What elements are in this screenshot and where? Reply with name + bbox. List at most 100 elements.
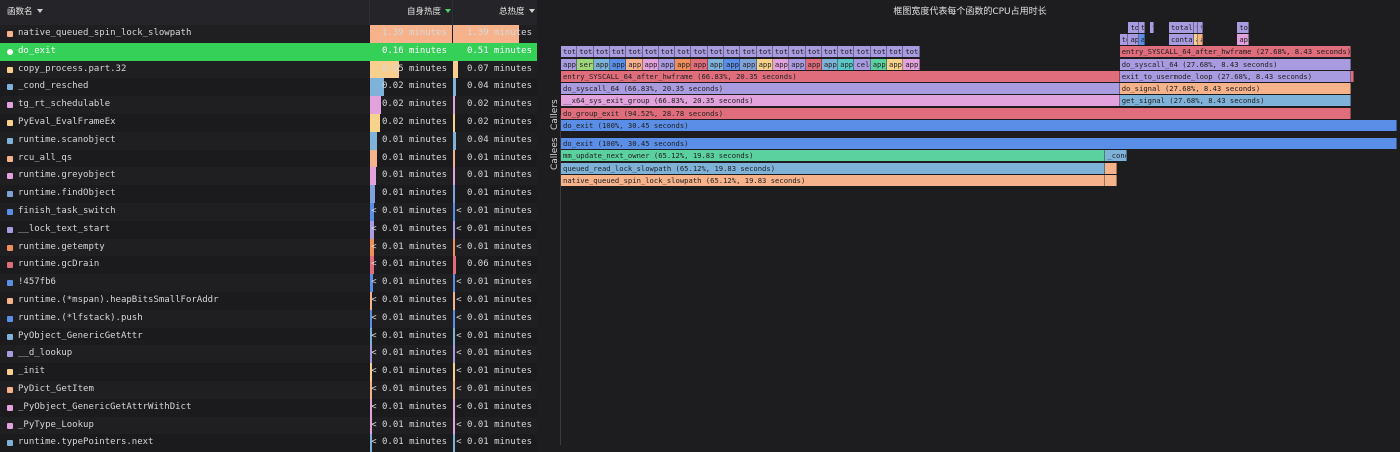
- table-row[interactable]: __lock_text_start < 0.01 minutes < 0.01 mi…: [0, 220, 537, 239]
- caller-frame[interactable]: total: [691, 46, 708, 58]
- caller-frame[interactable]: do_exit (100%, 30.45 seconds): [561, 120, 1397, 131]
- caller-frame[interactable]: app_la: [1237, 33, 1250, 45]
- caller-frame[interactable]: total: [789, 46, 806, 58]
- caller-frame[interactable]: app_la: [658, 58, 676, 70]
- caller-frame[interactable]: app_la: [609, 58, 627, 70]
- caller-frame[interactable]: app_la: [805, 58, 822, 70]
- caller-frame[interactable]: app_la: [838, 58, 855, 70]
- table-row[interactable]: runtime.typePointers.next < 0.01 minutes <…: [0, 434, 537, 452]
- caller-frame[interactable]: app_la: [707, 58, 724, 70]
- table-row[interactable]: runtime.(*mspan).heapBitsSmallForAddr < 0…: [0, 292, 537, 310]
- table-row[interactable]: runtime.findObject 0.01 minutes 0.01 minut…: [0, 185, 537, 203]
- caller-frame[interactable]: app_la: [626, 58, 643, 70]
- table-row[interactable]: _PyObject_GenericGetAttrWithDict < 0.01 m…: [0, 398, 537, 417]
- table-row[interactable]: !457fb6 < 0.01 minutes < 0.01 minutes: [0, 274, 537, 292]
- table-row[interactable]: runtime.(*lfstack).push < 0.01 minutes < 0…: [0, 309, 537, 328]
- table-row[interactable]: PyDict_GetItem < 0.01 minutes < 0.01 minut…: [0, 381, 537, 399]
- caller-frame[interactable]: app: [1198, 33, 1203, 45]
- table-row[interactable]: native_queued_spin_lock_slowpath 1.39 min…: [0, 25, 537, 43]
- caller-frame[interactable]: total: [658, 46, 676, 58]
- caller-frame[interactable]: total: [838, 46, 855, 58]
- caller-frame[interactable]: total: [561, 46, 578, 58]
- table-row[interactable]: PyObject_GenericGetAttr < 0.01 minutes < 0…: [0, 327, 537, 346]
- caller-frame[interactable]: total: [707, 46, 724, 58]
- caller-frame[interactable]: total: [1128, 21, 1139, 33]
- column-header-self[interactable]: 自身热度: [407, 0, 452, 25]
- caller-frame[interactable]: app_la: [903, 58, 920, 70]
- caller-frame[interactable]: app_la: [870, 58, 888, 70]
- table-row[interactable]: finish_task_switch < 0.01 minutes < 0.01 m…: [0, 203, 537, 221]
- caller-frame[interactable]: servic: [577, 58, 594, 70]
- table-row[interactable]: PyEval_EvalFrameEx 0.02 minutes 0.02 minut…: [0, 114, 537, 132]
- table-row[interactable]: runtime.getempty < 0.01 minutes < 0.01 min…: [0, 238, 537, 257]
- caller-frame[interactable]: total: [821, 46, 839, 58]
- caller-frame[interactable]: app_la: [561, 58, 578, 70]
- caller-frame[interactable]: total: [593, 46, 610, 58]
- callee-frame[interactable]: [1105, 162, 1117, 174]
- caller-frame[interactable]: app_la: [740, 58, 757, 70]
- caller-frame[interactable]: tota: [1138, 21, 1145, 33]
- table-row[interactable]: tg_rt_schedulable 0.02 minutes 0.02 minute…: [0, 96, 537, 114]
- caller-frame[interactable]: entry_SYSCALL_64_after_hwframe (66.83%, …: [561, 70, 1120, 82]
- callee-frame[interactable]: queued_read_lock_slowpath (65.12%, 19.83…: [561, 162, 1106, 174]
- caller-frame[interactable]: app_la: [593, 58, 610, 70]
- caller-frame[interactable]: entry_SYSCALL_64_after_hwframe (27.68%, …: [1119, 46, 1352, 58]
- caller-frame[interactable]: app_: [1128, 33, 1139, 45]
- callee-frame[interactable]: native_queued_spin_lock_slowpath (65.12%…: [561, 174, 1106, 186]
- caller-frame[interactable]: total: [724, 46, 741, 58]
- caller-frame[interactable]: total: [609, 46, 627, 58]
- caller-frame[interactable]: total: [577, 46, 594, 58]
- table-row[interactable]: __d_lookup < 0.01 minutes < 0.01 minutes: [0, 345, 537, 364]
- caller-frame[interactable]: total: [870, 46, 888, 58]
- caller-frame[interactable]: total: [1237, 21, 1250, 33]
- caller-frame[interactable]: app_la: [675, 58, 692, 70]
- caller-frame[interactable]: total (5.39: [1168, 21, 1194, 33]
- column-header-name[interactable]: 函数名: [7, 0, 43, 25]
- caller-frame[interactable]: celery:: [854, 58, 871, 70]
- caller-frame[interactable]: do_signal (27.68%, 8.43 seconds): [1119, 83, 1352, 95]
- table-row[interactable]: runtime.greyobject 0.01 minutes 0.01 minut…: [0, 167, 537, 186]
- caller-frame[interactable]: get_signal (27.68%, 8.43 seconds): [1119, 95, 1352, 107]
- table-row[interactable]: do_exit 0.16 minutes 0.51 minutes: [0, 42, 537, 61]
- callee-frame[interactable]: do_exit (100%, 30.45 seconds): [561, 138, 1397, 149]
- caller-frame[interactable]: total: [854, 46, 871, 58]
- callee-frame[interactable]: [1105, 174, 1117, 186]
- caller-frame[interactable]: total: [626, 46, 643, 58]
- caller-frame[interactable]: tot: [1198, 21, 1203, 33]
- table-row[interactable]: _cond_resched 0.02 minutes 0.04 minutes: [0, 78, 537, 97]
- caller-frame[interactable]: total: [740, 46, 757, 58]
- caller-frame[interactable]: containerd:: [1168, 33, 1194, 45]
- caller-frame[interactable]: total: [1119, 33, 1129, 45]
- caller-frame[interactable]: total: [805, 46, 822, 58]
- table-row[interactable]: rcu_all_qs 0.01 minutes 0.01 minutes: [0, 149, 537, 168]
- caller-frame[interactable]: app_la: [772, 58, 790, 70]
- caller-frame[interactable]: do_group_exit (94.52%, 28.78 seconds): [561, 107, 1352, 119]
- caller-frame[interactable]: app_: [1138, 33, 1145, 45]
- table-row[interactable]: _PyType_Lookup < 0.01 minutes < 0.01 minut…: [0, 416, 537, 435]
- column-header-total[interactable]: 总热度: [499, 0, 535, 25]
- caller-frame[interactable]: app_la: [724, 58, 741, 70]
- callee-frame[interactable]: mm_update_next_owner (65.12%, 19.83 seco…: [561, 150, 1106, 162]
- caller-frame[interactable]: app_la: [821, 58, 839, 70]
- caller-frame[interactable]: total: [772, 46, 790, 58]
- caller-frame[interactable]: total: [756, 46, 773, 58]
- caller-frame[interactable]: total: [903, 46, 920, 58]
- caller-frame[interactable]: __x64_sys_exit_group (66.83%, 20.35 seco…: [561, 95, 1120, 107]
- caller-frame[interactable]: total: [887, 46, 904, 58]
- caller-frame[interactable]: app_la: [887, 58, 904, 70]
- caller-frame[interactable]: exit_to_usermode_loop (27.68%, 8.43 seco…: [1119, 70, 1352, 82]
- callee-frame[interactable]: _cond: [1105, 150, 1127, 162]
- caller-frame[interactable]: app_la: [642, 58, 659, 70]
- caller-frame[interactable]: do_syscall_64 (66.83%, 20.35 seconds): [561, 83, 1120, 95]
- caller-frame[interactable]: total: [675, 46, 692, 58]
- table-row[interactable]: runtime.scanobject 0.01 minutes 0.04 minut…: [0, 131, 537, 150]
- caller-frame[interactable]: app_la: [691, 58, 708, 70]
- table-row[interactable]: _init < 0.01 minutes < 0.01 minutes: [0, 363, 537, 381]
- caller-frame[interactable]: app_la: [756, 58, 773, 70]
- caller-frame[interactable]: total: [1149, 21, 1155, 33]
- table-row[interactable]: runtime.gcDrain < 0.01 minutes 0.06 minute…: [0, 256, 537, 275]
- caller-frame[interactable]: ent: [1351, 70, 1355, 82]
- caller-frame[interactable]: app_la: [789, 58, 806, 70]
- caller-frame[interactable]: do_syscall_64 (27.68%, 8.43 seconds): [1119, 58, 1352, 70]
- caller-frame[interactable]: total: [642, 46, 659, 58]
